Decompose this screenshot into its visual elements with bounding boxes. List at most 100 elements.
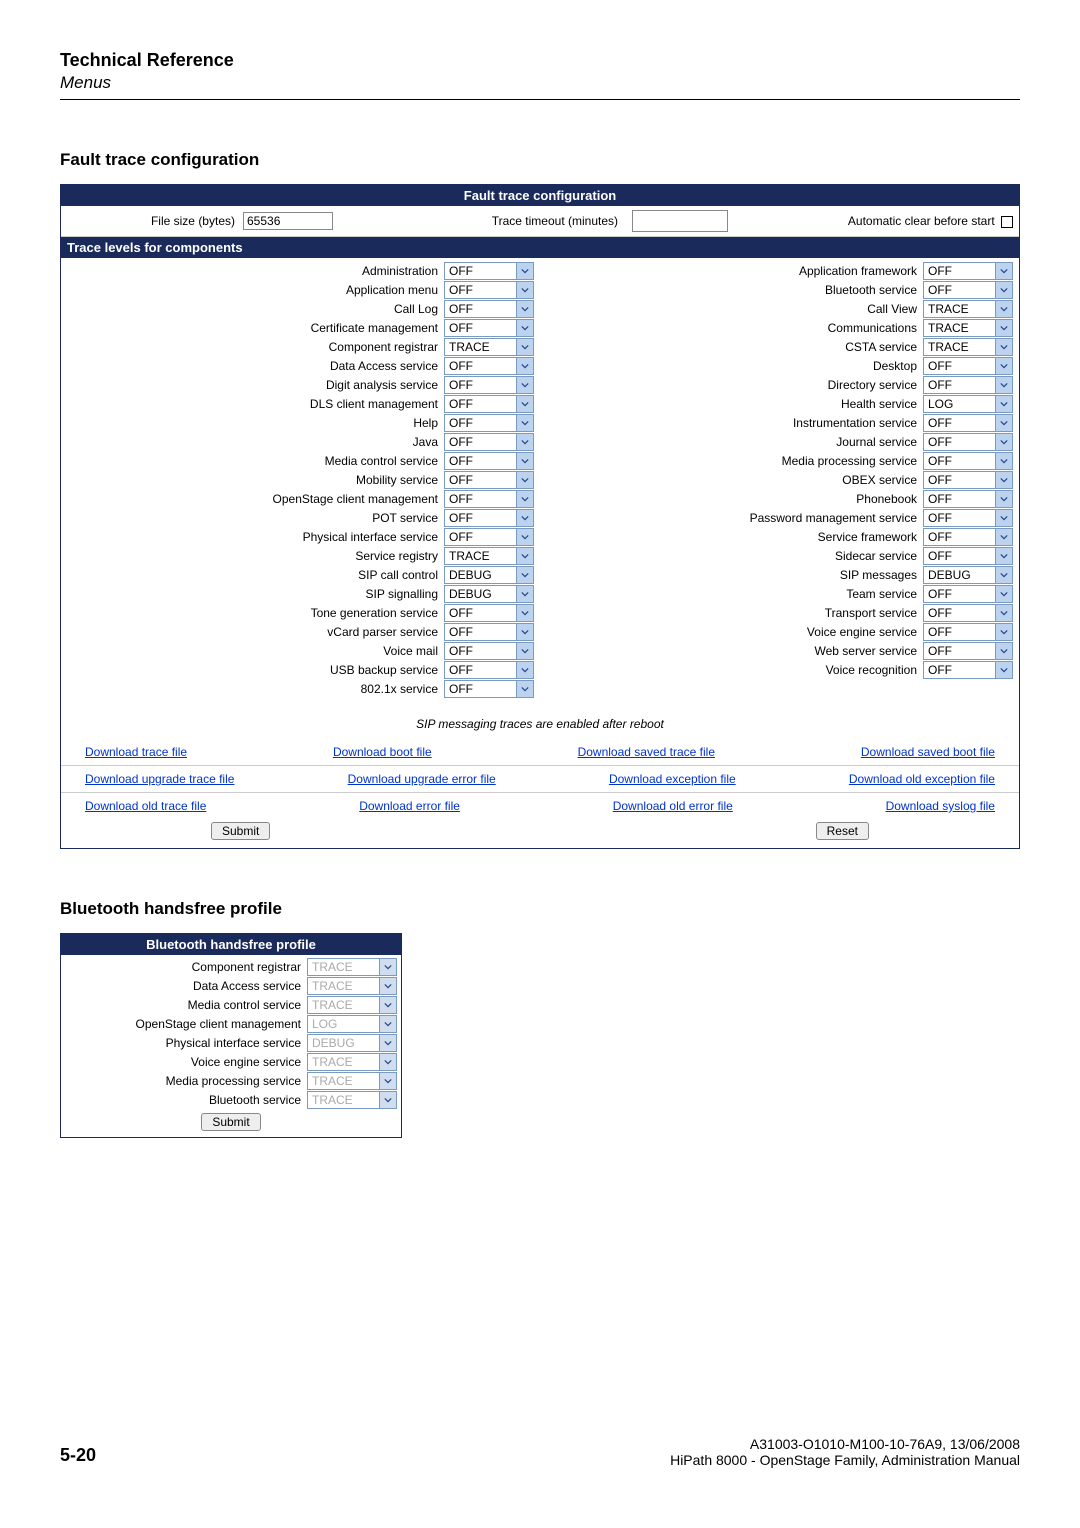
- chevron-down-icon: [521, 533, 529, 541]
- trace-level-value: OFF: [445, 397, 516, 411]
- chevron-down-icon: [521, 514, 529, 522]
- auto-clear-checkbox[interactable]: [1001, 216, 1013, 228]
- bt-submit-button[interactable]: Submit: [201, 1113, 260, 1131]
- trace-level-select[interactable]: OFF: [923, 547, 1013, 565]
- trace-component-label: Bluetooth service: [546, 283, 923, 297]
- chevron-down-icon: [1000, 286, 1008, 294]
- download-syslog-file-link[interactable]: Download syslog file: [886, 799, 995, 813]
- trace-level-select[interactable]: OFF: [923, 490, 1013, 508]
- download-trace-file-link[interactable]: Download trace file: [85, 745, 187, 759]
- trace-component-label: Tone generation service: [67, 606, 444, 620]
- select-arrow: [379, 1054, 396, 1070]
- trace-level-value: TRACE: [445, 340, 516, 354]
- trace-level-select[interactable]: OFF: [444, 433, 534, 451]
- submit-button[interactable]: Submit: [211, 822, 270, 840]
- trace-level-select[interactable]: LOG: [923, 395, 1013, 413]
- trace-level-select[interactable]: OFF: [923, 661, 1013, 679]
- trace-level-select[interactable]: OFF: [444, 262, 534, 280]
- trace-level-select[interactable]: OFF: [444, 357, 534, 375]
- trace-component-label: OpenStage client management: [65, 1017, 307, 1031]
- select-arrow: [995, 548, 1012, 564]
- download-upgrade-error-file-link[interactable]: Download upgrade error file: [348, 772, 496, 786]
- chevron-down-icon: [1000, 533, 1008, 541]
- trace-level-select[interactable]: TRACE: [444, 547, 534, 565]
- chevron-down-icon: [1000, 362, 1008, 370]
- trace-level-select[interactable]: TRACE: [923, 300, 1013, 318]
- chevron-down-icon: [1000, 609, 1008, 617]
- trace-level-select[interactable]: OFF: [444, 471, 534, 489]
- select-arrow: [995, 453, 1012, 469]
- trace-level-select[interactable]: OFF: [923, 376, 1013, 394]
- chevron-down-icon: [1000, 400, 1008, 408]
- trace-level-value: OFF: [924, 511, 995, 525]
- select-arrow: [995, 377, 1012, 393]
- trace-level-value: TRACE: [308, 979, 379, 993]
- download-boot-file-link[interactable]: Download boot file: [333, 745, 432, 759]
- trace-level-select[interactable]: OFF: [444, 281, 534, 299]
- trace-level-select[interactable]: OFF: [444, 414, 534, 432]
- trace-level-select[interactable]: OFF: [923, 642, 1013, 660]
- trace-level-select[interactable]: OFF: [444, 680, 534, 698]
- select-arrow: [516, 643, 533, 659]
- download-saved-trace-file-link[interactable]: Download saved trace file: [578, 745, 715, 759]
- trace-level-select[interactable]: OFF: [444, 661, 534, 679]
- trace-level-select[interactable]: OFF: [444, 642, 534, 660]
- download-saved-boot-file-link[interactable]: Download saved boot file: [861, 745, 995, 759]
- download-old-error-file-link[interactable]: Download old error file: [613, 799, 733, 813]
- trace-level-select[interactable]: OFF: [444, 300, 534, 318]
- trace-level-select[interactable]: OFF: [444, 509, 534, 527]
- trace-level-select[interactable]: OFF: [444, 490, 534, 508]
- trace-level-value: OFF: [445, 454, 516, 468]
- select-arrow: [516, 624, 533, 640]
- select-arrow: [516, 339, 533, 355]
- trace-level-select[interactable]: OFF: [444, 395, 534, 413]
- trace-level-select[interactable]: DEBUG: [923, 566, 1013, 584]
- trace-component-label: Transport service: [546, 606, 923, 620]
- trace-level-select[interactable]: OFF: [923, 357, 1013, 375]
- trace-level-select[interactable]: OFF: [923, 281, 1013, 299]
- reset-button[interactable]: Reset: [816, 822, 869, 840]
- trace-level-select[interactable]: OFF: [923, 528, 1013, 546]
- trace-level-select[interactable]: OFF: [444, 528, 534, 546]
- chevron-down-icon: [1000, 438, 1008, 446]
- download-error-file-link[interactable]: Download error file: [359, 799, 460, 813]
- trace-level-select[interactable]: OFF: [444, 376, 534, 394]
- select-arrow: [379, 959, 396, 975]
- trace-component-label: Physical interface service: [67, 530, 444, 544]
- trace-level-select[interactable]: OFF: [923, 604, 1013, 622]
- trace-level-select[interactable]: OFF: [923, 414, 1013, 432]
- trace-level-select[interactable]: DEBUG: [444, 585, 534, 603]
- trace-level-value: OFF: [924, 416, 995, 430]
- trace-level-select[interactable]: OFF: [444, 452, 534, 470]
- trace-level-select[interactable]: TRACE: [444, 338, 534, 356]
- trace-level-value: OFF: [924, 625, 995, 639]
- trace-level-select[interactable]: OFF: [923, 452, 1013, 470]
- trace-level-select[interactable]: OFF: [444, 319, 534, 337]
- trace-level-value: OFF: [924, 644, 995, 658]
- select-arrow: [516, 662, 533, 678]
- trace-level-select[interactable]: OFF: [923, 262, 1013, 280]
- trace-level-select[interactable]: TRACE: [923, 338, 1013, 356]
- trace-level-value: TRACE: [308, 1074, 379, 1088]
- trace-component-label: Call Log: [67, 302, 444, 316]
- download-old-exception-file-link[interactable]: Download old exception file: [849, 772, 995, 786]
- trace-component-label: Administration: [67, 264, 444, 278]
- trace-level-select[interactable]: OFF: [923, 433, 1013, 451]
- file-size-input[interactable]: [243, 212, 333, 230]
- trace-level-select[interactable]: OFF: [923, 585, 1013, 603]
- download-exception-file-link[interactable]: Download exception file: [609, 772, 736, 786]
- download-old-trace-file-link[interactable]: Download old trace file: [85, 799, 206, 813]
- download-upgrade-trace-file-link[interactable]: Download upgrade trace file: [85, 772, 234, 786]
- select-arrow: [516, 377, 533, 393]
- trace-level-select[interactable]: DEBUG: [444, 566, 534, 584]
- trace-level-select: DEBUG: [307, 1034, 397, 1052]
- trace-level-select[interactable]: OFF: [923, 471, 1013, 489]
- trace-level-select[interactable]: OFF: [923, 509, 1013, 527]
- trace-timeout-input[interactable]: [632, 210, 728, 232]
- trace-level-select[interactable]: TRACE: [923, 319, 1013, 337]
- trace-level-select[interactable]: OFF: [444, 623, 534, 641]
- trace-level-value: TRACE: [445, 549, 516, 563]
- chevron-down-icon: [384, 963, 392, 971]
- trace-level-select[interactable]: OFF: [444, 604, 534, 622]
- trace-level-select[interactable]: OFF: [923, 623, 1013, 641]
